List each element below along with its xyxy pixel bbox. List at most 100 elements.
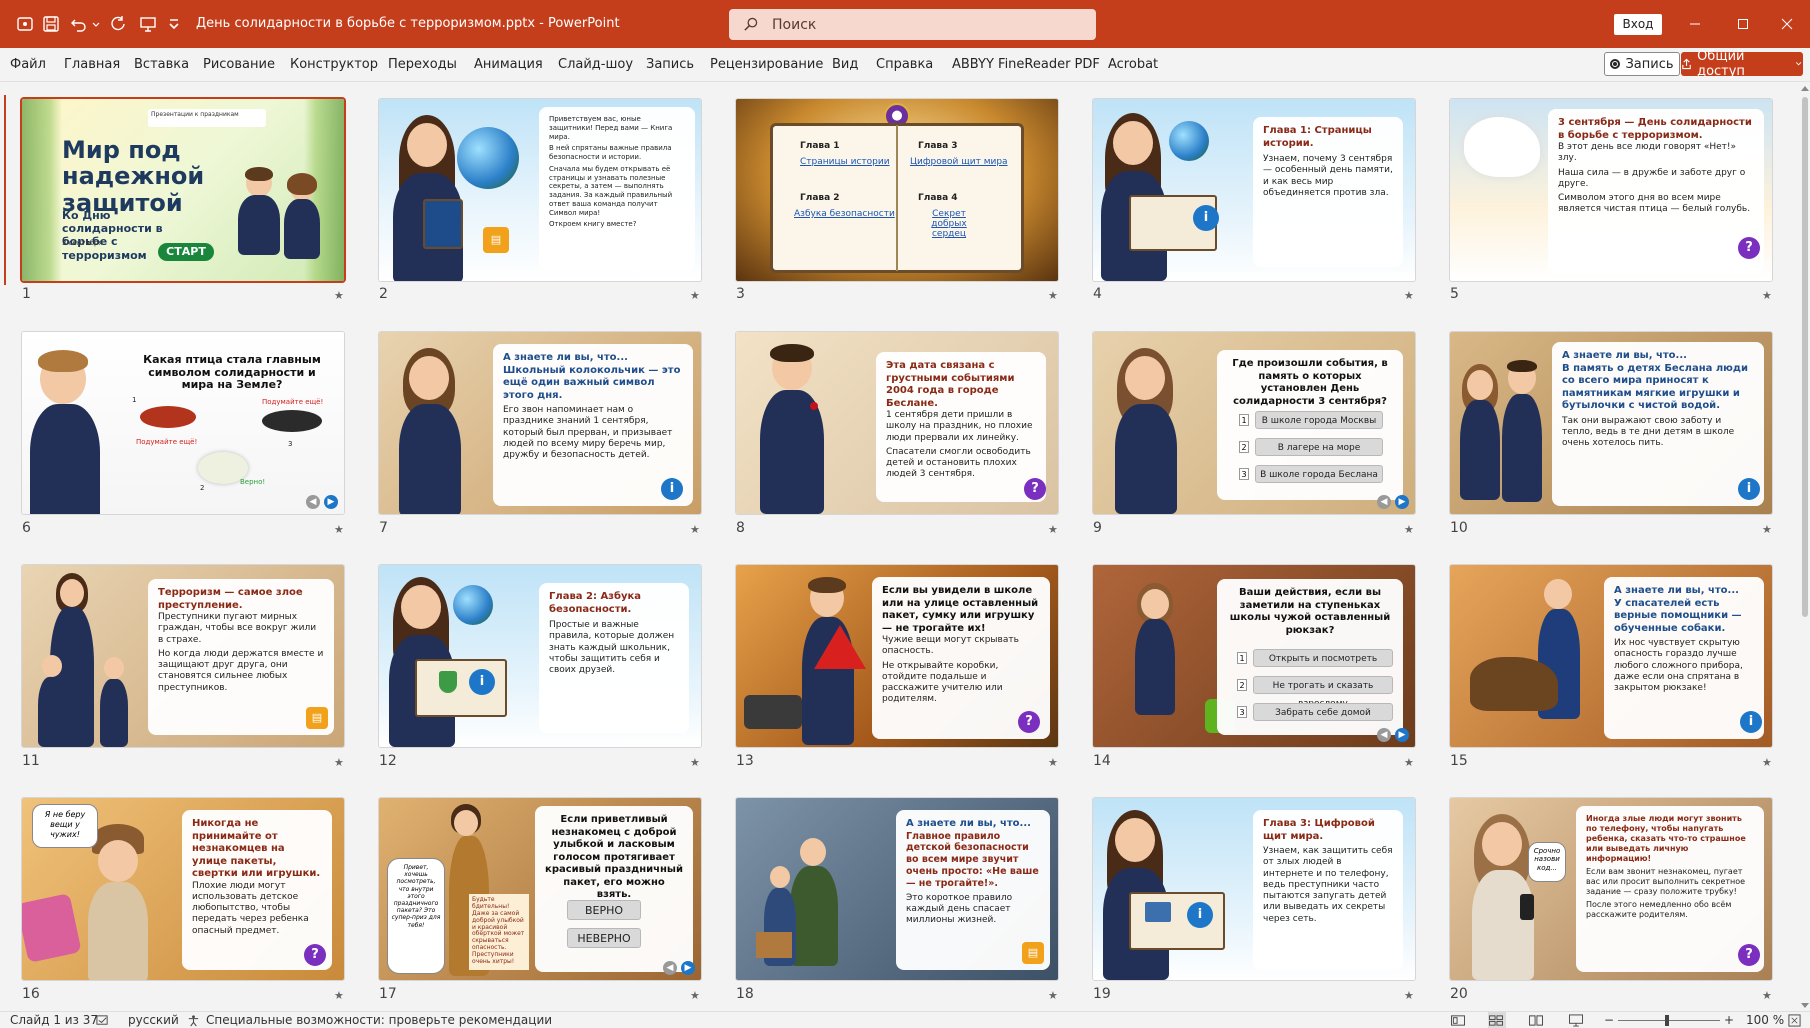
tab-animations[interactable]: Анимация: [474, 48, 543, 82]
slide-thumbnail-7[interactable]: А знаете ли вы, что... Школьный колоколь…: [379, 332, 701, 514]
bird-image: [140, 406, 196, 428]
slide-text: Простые и важные правила, которые должен…: [549, 620, 675, 675]
tab-home[interactable]: Главная: [64, 48, 120, 82]
redo-icon[interactable]: [107, 0, 129, 48]
option-number: 1: [132, 396, 137, 404]
scroll-down-icon[interactable]: [1801, 1003, 1809, 1008]
slide-text: Их нос чувствует скрытую опасность гораз…: [1614, 638, 1743, 693]
autosave-icon[interactable]: [14, 0, 36, 48]
vertical-scrollbar[interactable]: [1800, 83, 1810, 1011]
slide-thumbnail-18[interactable]: А знаете ли вы, что... Главное правило д…: [736, 798, 1058, 980]
zoom-in-icon[interactable]: +: [1724, 1012, 1734, 1028]
slide-subheading: Главное правило детской безопасности во …: [906, 830, 1039, 890]
slide-thumbnail-16[interactable]: Я не беру вещи у чужих! Никогда не прини…: [22, 798, 344, 980]
close-icon[interactable]: [1764, 0, 1810, 48]
slide-number: 4: [1093, 286, 1102, 302]
hint-text: Подумайте ещё!: [136, 438, 198, 446]
slide-number: 12: [379, 753, 397, 769]
slide-text: Не открывайте коробки, отойдите подальше…: [882, 660, 1003, 705]
slide-number: 20: [1450, 986, 1468, 1002]
tab-insert[interactable]: Вставка: [134, 48, 189, 82]
slide-thumbnail-3[interactable]: ● Глава 1 Страницы истории Глава 3 Цифро…: [736, 99, 1058, 281]
accessibility-status[interactable]: Специальные возможности: проверьте реком…: [206, 1012, 552, 1028]
slide-text: Узнаем, почему 3 сентября — особенный де…: [1263, 154, 1393, 198]
slide-thumbnail-17[interactable]: Привет, хочешь посмотреть, что внутри эт…: [379, 798, 701, 980]
slide-text: 1 сентября дети пришли в школу на праздн…: [886, 410, 1033, 443]
slide-text-card: Эта дата связана с грустными событиями 2…: [876, 352, 1046, 502]
slide-subheading: У спасателей есть верные помощники — обу…: [1614, 597, 1742, 634]
question-icon: ?: [1738, 237, 1760, 259]
slide-number: 14: [1093, 753, 1111, 769]
tab-transitions[interactable]: Переходы: [388, 48, 457, 82]
slide-thumbnail-9[interactable]: Где произошли события, в память о которы…: [1093, 332, 1415, 514]
reading-view-icon[interactable]: [1528, 1012, 1546, 1028]
tab-acrobat[interactable]: Acrobat: [1108, 48, 1158, 82]
slide-thumbnail-1[interactable]: Презентации к праздникам Мир под надежно…: [22, 99, 344, 281]
zoom-slider-thumb[interactable]: [1665, 1015, 1669, 1026]
spellcheck-icon[interactable]: [96, 1012, 112, 1028]
undo-icon[interactable]: [68, 0, 90, 48]
zoom-slider[interactable]: [1618, 1020, 1720, 1021]
slide-thumbnail-15[interactable]: А знаете ли вы, что... У спасателей есть…: [1450, 565, 1772, 747]
slide-thumbnail-8[interactable]: Эта дата связана с грустными событиями 2…: [736, 332, 1058, 514]
tab-draw[interactable]: Рисование: [203, 48, 275, 82]
slide-thumbnail-6[interactable]: Какая птица стала главным символом солид…: [22, 332, 344, 514]
slide-thumbnail-20[interactable]: Срочно назови код... Иногда злые люди мо…: [1450, 798, 1772, 980]
tab-record[interactable]: Запись: [646, 48, 694, 82]
scroll-thumb[interactable]: [1802, 97, 1808, 617]
slide-thumbnail-19[interactable]: i Глава 3: Цифровой щит мира. Узнаем, ка…: [1093, 798, 1415, 980]
presentation-icon[interactable]: [137, 0, 159, 48]
bird-image: [262, 410, 322, 432]
record-button[interactable]: Запись: [1604, 52, 1680, 76]
signin-button[interactable]: Вход: [1614, 14, 1662, 35]
transition-star-icon: ★: [334, 523, 344, 536]
fit-to-window-icon[interactable]: [1788, 1012, 1804, 1028]
tab-abbyy[interactable]: ABBYY FineReader PDF: [952, 48, 1100, 82]
slide-thumbnail-11[interactable]: Терроризм — самое злое преступление. Пре…: [22, 565, 344, 747]
slide-thumbnail-2[interactable]: Приветствуем вас, юные защитники! Перед …: [379, 99, 701, 281]
undo-dropdown-icon[interactable]: [90, 0, 102, 48]
slide-sorter-view-icon[interactable]: [1488, 1012, 1506, 1028]
answer-true: ВЕРНО: [567, 900, 641, 920]
slide-thumbnail-14[interactable]: Ваши действия, если вы заметили на ступе…: [1093, 565, 1415, 747]
bag-image: [744, 695, 802, 729]
question-icon: ?: [1018, 711, 1040, 733]
normal-view-icon[interactable]: [1450, 1012, 1468, 1028]
zoom-level[interactable]: 100 %: [1746, 1012, 1784, 1028]
chapter-label: Глава 3: [918, 141, 958, 151]
language-indicator[interactable]: русский: [128, 1012, 179, 1028]
slide-thumbnail-5[interactable]: 3 сентября — День солидарности в борьбе …: [1450, 99, 1772, 281]
zoom-out-icon[interactable]: −: [1604, 1012, 1614, 1028]
slide-thumbnail-10[interactable]: А знаете ли вы, что... В память о детях …: [1450, 332, 1772, 514]
chapter-link: Секрет добрых сердец: [931, 209, 967, 239]
answer-option: Открыть и посмотреть: [1253, 649, 1393, 667]
share-button[interactable]: Общий доступ: [1681, 49, 1803, 79]
slide-heading: Эта дата связана с грустными событиями 2…: [886, 360, 1015, 409]
tab-help[interactable]: Справка: [876, 48, 933, 82]
scroll-up-icon[interactable]: [1801, 86, 1809, 91]
tab-slideshow[interactable]: Слайд-шоу: [558, 48, 633, 82]
slide-heading: 3 сентября — День солидарности в борьбе …: [1558, 117, 1752, 141]
maximize-icon[interactable]: [1720, 0, 1766, 48]
transition-star-icon: ★: [1762, 989, 1772, 1002]
option-number: 3: [1239, 468, 1249, 480]
accessibility-icon[interactable]: [187, 1012, 203, 1028]
search-box[interactable]: Поиск: [729, 9, 1096, 40]
tab-review[interactable]: Рецензирование: [710, 48, 823, 82]
tab-file[interactable]: Файл: [10, 48, 46, 82]
tab-view[interactable]: Вид: [832, 48, 858, 82]
slide-text-card: Иногда злые люди могут звонить по телефо…: [1576, 806, 1764, 972]
slideshow-view-icon[interactable]: [1568, 1012, 1586, 1028]
tab-design[interactable]: Конструктор: [290, 48, 378, 82]
slide-text: Сначала мы будем открывать её страницы и…: [549, 164, 673, 217]
option-number: 1: [1237, 652, 1247, 664]
slide-thumbnail-12[interactable]: i Глава 2: Азбука безопасности. Простые …: [379, 565, 701, 747]
slide-thumbnail-13[interactable]: Если вы увидели в школе или на улице ост…: [736, 565, 1058, 747]
customize-toolbar-icon[interactable]: [166, 0, 182, 48]
slide-title: Мир под надежной защитой: [62, 136, 205, 217]
slide-heading: Иногда злые люди могут звонить по телефо…: [1586, 814, 1746, 863]
slide-number: 5: [1450, 286, 1459, 302]
slide-thumbnail-4[interactable]: i Глава 1: Страницы истории. Узнаем, поч…: [1093, 99, 1415, 281]
minimize-icon[interactable]: [1672, 0, 1718, 48]
save-icon[interactable]: [40, 0, 62, 48]
